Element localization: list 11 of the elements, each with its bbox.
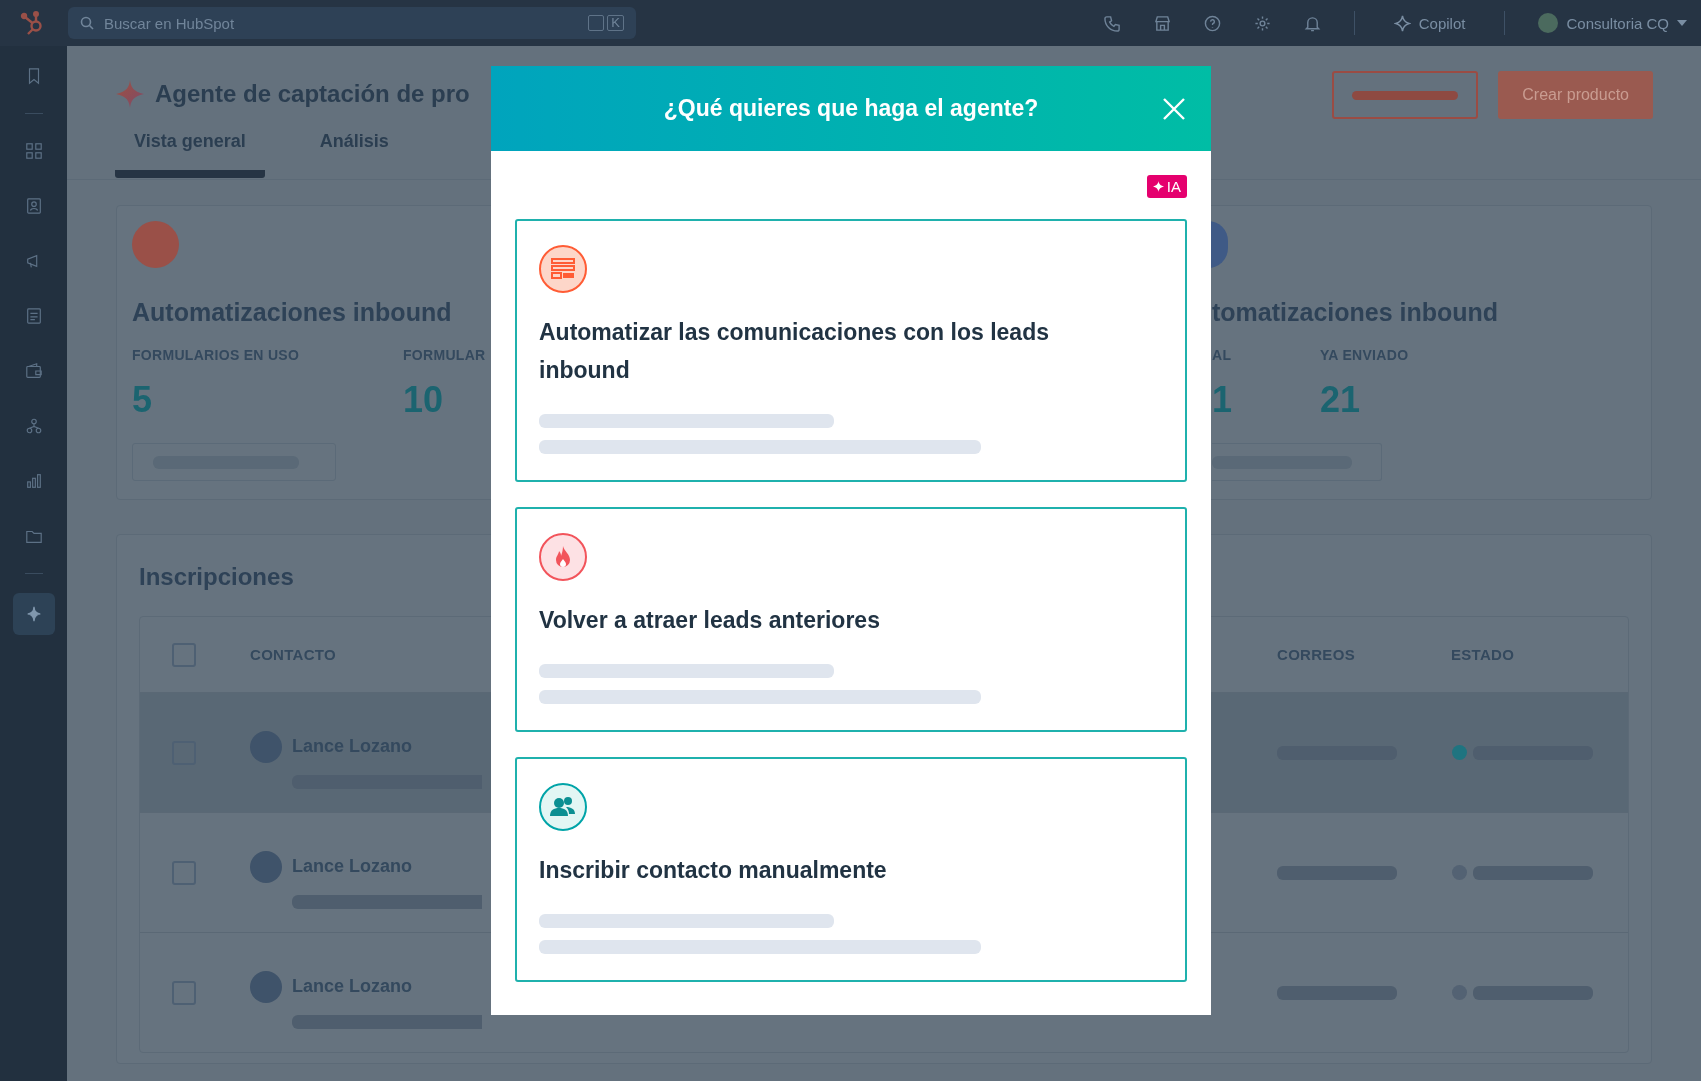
card-title: tomatizaciones inbound	[1212, 298, 1500, 327]
shortcut-key: K	[607, 15, 624, 31]
metric-value: 1	[1212, 379, 1234, 421]
dialog-title: ¿Qué quieres que haga el agente?	[663, 95, 1039, 122]
card-title: Automatizaciones inbound	[132, 298, 453, 327]
metric-value: 5	[132, 379, 154, 421]
ai-badge: IA	[1146, 175, 1187, 198]
section-title: Inscripciones	[139, 563, 295, 591]
metric-value: 21	[1320, 379, 1362, 421]
page-title: Agente de captación de pro	[155, 80, 470, 108]
metric-value: 10	[403, 379, 445, 421]
